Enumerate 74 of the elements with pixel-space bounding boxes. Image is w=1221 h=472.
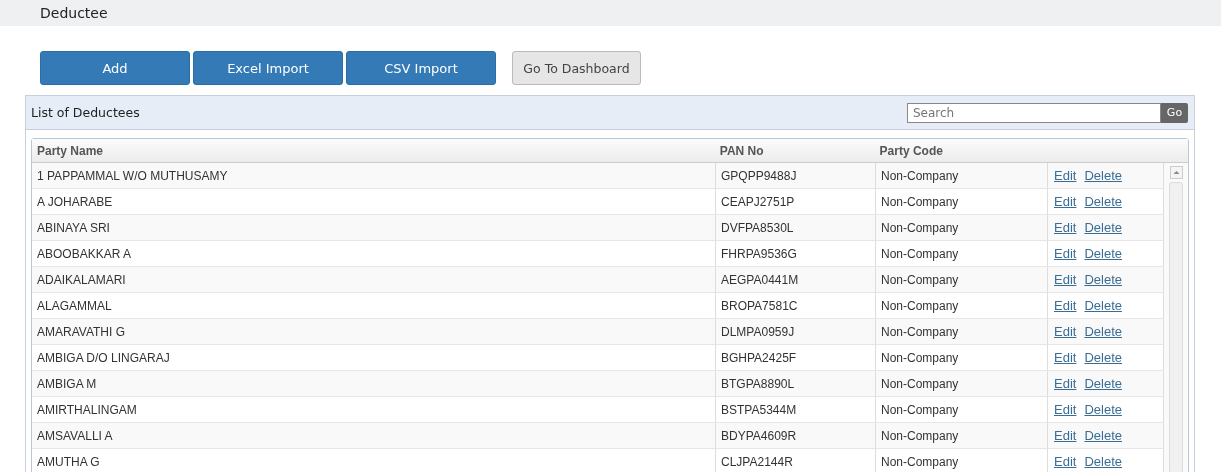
table-cell: Non-Company bbox=[876, 423, 1048, 448]
table-cell: BDYPA4609R bbox=[716, 423, 876, 448]
table-cell: AMBIGA D/O LINGARAJ bbox=[32, 345, 716, 370]
table-cell: BGHPA2425F bbox=[716, 345, 876, 370]
table-cell: Non-Company bbox=[876, 319, 1048, 344]
edit-link[interactable]: Edit bbox=[1054, 428, 1077, 443]
table-cell: AEGPA0441M bbox=[716, 267, 876, 292]
table-cell: AMIRTHALINGAM bbox=[32, 397, 716, 422]
delete-link[interactable]: Delete bbox=[1084, 324, 1122, 339]
toolbar-button[interactable]: Excel Import bbox=[193, 51, 343, 85]
scrollbar[interactable] bbox=[1164, 163, 1188, 472]
edit-link[interactable]: Edit bbox=[1054, 194, 1077, 209]
table-cell: DLMPA0959J bbox=[716, 319, 876, 344]
edit-link[interactable]: Edit bbox=[1054, 324, 1077, 339]
delete-link[interactable]: Delete bbox=[1084, 298, 1122, 313]
delete-link[interactable]: Delete bbox=[1084, 454, 1122, 469]
search-field[interactable]: Search bbox=[907, 102, 1161, 123]
go-button[interactable]: Go bbox=[1161, 102, 1188, 123]
table-cell: Non-Company bbox=[876, 241, 1048, 266]
delete-link[interactable]: Delete bbox=[1084, 402, 1122, 417]
table-cell: ALAGAMMAL bbox=[32, 293, 716, 318]
table-cell: GPQPP9488J bbox=[716, 163, 876, 188]
toolbar-button[interactable]: CSV Import bbox=[346, 51, 496, 85]
edit-link[interactable]: Edit bbox=[1054, 402, 1077, 417]
table-cell: BROPA7581C bbox=[716, 293, 876, 318]
scrollbar-thumb[interactable] bbox=[1169, 182, 1183, 472]
delete-link[interactable]: Delete bbox=[1084, 246, 1122, 261]
edit-link[interactable]: Edit bbox=[1054, 168, 1077, 183]
edit-link[interactable]: Edit bbox=[1054, 350, 1077, 365]
table-cell: Non-Company bbox=[876, 397, 1048, 422]
edit-link[interactable]: Edit bbox=[1054, 272, 1077, 287]
delete-link[interactable]: Delete bbox=[1084, 350, 1122, 365]
table-cell: ADAIKALAMARI bbox=[32, 267, 716, 292]
table-cell: A JOHARABE bbox=[32, 189, 716, 214]
toolbar-button[interactable]: Add bbox=[40, 51, 190, 85]
delete-link[interactable]: Delete bbox=[1084, 168, 1122, 183]
delete-link[interactable]: Delete bbox=[1084, 194, 1122, 209]
table-cell: Non-Company bbox=[876, 189, 1048, 214]
table-cell: Non-Company bbox=[876, 163, 1048, 188]
toolbar-button[interactable]: Go To Dashboard bbox=[512, 51, 641, 85]
column-header: PAN No bbox=[718, 142, 765, 160]
edit-link[interactable]: Edit bbox=[1054, 454, 1077, 469]
edit-link[interactable]: Edit bbox=[1054, 246, 1077, 261]
table-cell: Non-Company bbox=[876, 293, 1048, 318]
delete-link[interactable]: Delete bbox=[1084, 272, 1122, 287]
table-cell: Non-Company bbox=[876, 345, 1048, 370]
edit-link[interactable]: Edit bbox=[1054, 376, 1077, 391]
scroll-up-icon[interactable] bbox=[1169, 166, 1183, 179]
table-cell: Non-Company bbox=[876, 449, 1048, 472]
page-title: Deductee bbox=[40, 5, 108, 21]
table-cell: Non-Company bbox=[876, 215, 1048, 240]
table-cell: AMSAVALLI A bbox=[32, 423, 716, 448]
table-cell: CEAPJ2751P bbox=[716, 189, 876, 214]
table-cell: FHRPA9536G bbox=[716, 241, 876, 266]
panel-title: List of Deductees bbox=[31, 105, 140, 120]
table-cell: BTGPA8890L bbox=[716, 371, 876, 396]
table-cell: ABINAYA SRI bbox=[32, 215, 716, 240]
table-cell: DVFPA8530L bbox=[716, 215, 876, 240]
delete-link[interactable]: Delete bbox=[1084, 376, 1122, 391]
delete-link[interactable]: Delete bbox=[1084, 428, 1122, 443]
table-cell: 1 PAPPAMMAL W/O MUTHUSAMY bbox=[32, 163, 716, 188]
table-cell: AMBIGA M bbox=[32, 371, 716, 396]
edit-link[interactable]: Edit bbox=[1054, 220, 1077, 235]
edit-link[interactable]: Edit bbox=[1054, 298, 1077, 313]
table-cell: Non-Company bbox=[876, 371, 1048, 396]
column-header: Party Name bbox=[36, 142, 105, 160]
delete-link[interactable]: Delete bbox=[1084, 220, 1122, 235]
table-cell: Non-Company bbox=[876, 267, 1048, 292]
table-cell: AMUTHA G bbox=[32, 449, 716, 472]
column-header: Party Code bbox=[878, 142, 944, 160]
table-cell: BSTPA5344M bbox=[716, 397, 876, 422]
table-cell: ABOOBAKKAR A bbox=[32, 241, 716, 266]
table-cell: CLJPA2144R bbox=[716, 449, 876, 472]
table-cell: AMARAVATHI G bbox=[32, 319, 716, 344]
